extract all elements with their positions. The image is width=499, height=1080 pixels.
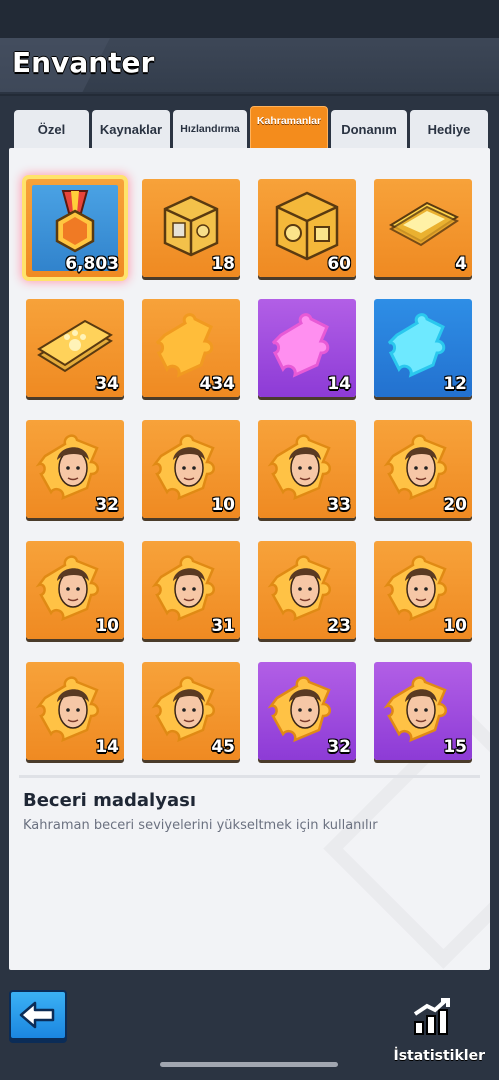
item-count: 6,803 (65, 254, 119, 274)
item-count: 4 (455, 254, 467, 274)
inventory-item[interactable]: 34 (26, 299, 124, 397)
orange-puzzle-icon (151, 305, 231, 385)
tab-kahramanlar[interactable]: Kahramanlar (250, 106, 328, 152)
inventory-item[interactable]: 18 (142, 179, 240, 277)
gold-ticket-icon (383, 185, 463, 265)
pink-puzzle-icon (267, 305, 347, 385)
inventory-item[interactable]: 33 (258, 420, 356, 518)
skill-medal-icon (35, 185, 115, 265)
hero-shard-icon (35, 426, 115, 506)
back-button[interactable] (9, 990, 67, 1040)
inventory-item[interactable]: 31 (142, 541, 240, 639)
tab-kaynaklar[interactable]: Kaynaklar (92, 110, 170, 148)
header-divider (0, 94, 499, 96)
cyan-puzzle-icon (383, 305, 463, 385)
item-count: 10 (443, 616, 467, 636)
hero-shard-icon (267, 547, 347, 627)
inventory-item[interactable]: 32 (258, 662, 356, 760)
item-count: 18 (211, 254, 235, 274)
inventory-item[interactable]: 10 (374, 541, 472, 639)
inventory-item[interactable]: 14 (258, 299, 356, 397)
inventory-item[interactable]: 23 (258, 541, 356, 639)
item-count: 12 (443, 374, 467, 394)
statistics-button[interactable]: İstatistikler (375, 998, 485, 1064)
statistics-icon (413, 998, 450, 1035)
inventory-item[interactable]: 10 (142, 420, 240, 518)
item-count: 434 (199, 374, 236, 394)
item-count: 31 (211, 616, 235, 636)
hero-shard-icon (151, 668, 231, 748)
item-count: 10 (211, 495, 235, 515)
inventory-item[interactable]: 45 (142, 662, 240, 760)
item-count: 15 (443, 737, 467, 757)
item-count: 10 (95, 616, 119, 636)
hero-shard-icon (267, 426, 347, 506)
inventory-panel: 6,803 18 60 4 34 434 14 12 32 10 33 20 10 31 23 10 14 45 3… (9, 148, 490, 970)
hero-shard-icon (151, 426, 231, 506)
item-count: 14 (95, 737, 119, 757)
tab-hizlandirma[interactable]: Hızlandırma (173, 110, 247, 148)
back-arrow-icon (19, 1001, 55, 1029)
inventory-item[interactable]: 12 (374, 299, 472, 397)
description-separator (19, 775, 480, 778)
gold-chest-icon (267, 185, 347, 265)
tab-bar: Özel Kaynaklar Hızlandırma Kahramanlar D… (14, 106, 488, 152)
tab-ozel[interactable]: Özel (14, 110, 89, 148)
item-count: 32 (95, 495, 119, 515)
inventory-item[interactable]: 60 (258, 179, 356, 277)
inventory-item[interactable]: 20 (374, 420, 472, 518)
home-indicator (160, 1062, 338, 1067)
tab-donanim[interactable]: Donanım (331, 110, 407, 148)
paw-ticket-icon (35, 305, 115, 385)
item-count: 23 (327, 616, 351, 636)
inventory-item[interactable]: 32 (26, 420, 124, 518)
hero-shard-icon (383, 668, 463, 748)
item-count: 34 (95, 374, 119, 394)
inventory-item[interactable]: 434 (142, 299, 240, 397)
item-count: 14 (327, 374, 351, 394)
item-count: 45 (211, 737, 235, 757)
page-title: Envanter (12, 46, 155, 79)
silver-chest-icon (151, 185, 231, 265)
item-count: 32 (327, 737, 351, 757)
inventory-item[interactable]: 15 (374, 662, 472, 760)
item-name: Beceri madalyası (23, 790, 196, 811)
hero-shard-icon (383, 547, 463, 627)
inventory-item[interactable]: 4 (374, 179, 472, 277)
item-count: 60 (327, 254, 351, 274)
hero-shard-icon (383, 426, 463, 506)
tab-hediye[interactable]: Hediye (410, 110, 488, 148)
item-description: Kahraman beceri seviyelerini yükseltmek … (23, 818, 378, 833)
hero-shard-icon (151, 547, 231, 627)
statistics-label: İstatistikler (393, 1048, 485, 1064)
hero-shard-icon (35, 668, 115, 748)
item-count: 20 (443, 495, 467, 515)
inventory-item[interactable]: 6,803 (26, 179, 124, 277)
inventory-item[interactable]: 14 (26, 662, 124, 760)
item-count: 33 (327, 495, 351, 515)
hero-shard-icon (35, 547, 115, 627)
inventory-item[interactable]: 10 (26, 541, 124, 639)
hero-shard-icon (267, 668, 347, 748)
status-bar (0, 0, 499, 38)
